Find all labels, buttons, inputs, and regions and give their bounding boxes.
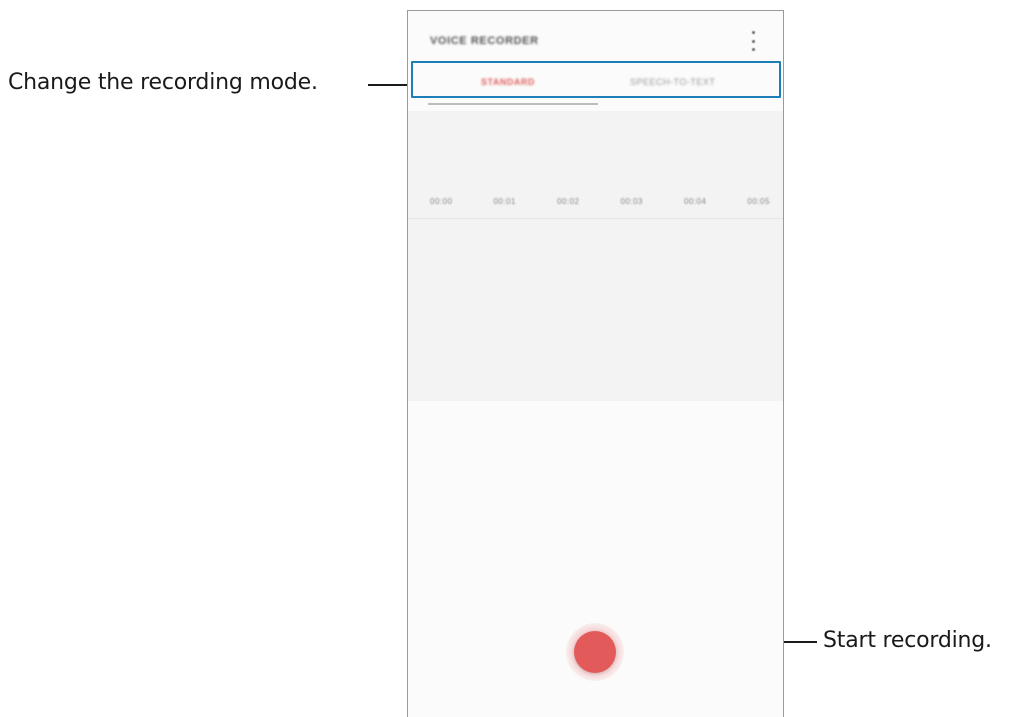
timeline: 00:00 00:01 00:02 00:03 00:04 00:05 <box>430 197 770 206</box>
tab-selected-indicator <box>428 103 598 105</box>
tab-bar-highlight <box>411 61 781 98</box>
more-vert-icon[interactable] <box>749 31 757 51</box>
app-title: VOICE RECORDER <box>430 35 539 47</box>
callout-start-recording: Start recording. <box>823 628 992 653</box>
callout-line-recording-mode <box>368 84 409 86</box>
timeline-label: 00:04 <box>683 197 707 206</box>
timeline-label: 00:02 <box>556 197 580 206</box>
timeline-label: 00:00 <box>430 197 453 206</box>
timeline-baseline <box>408 218 783 219</box>
callout-recording-mode: Change the recording mode. <box>8 70 318 95</box>
phone-screen: VOICE RECORDER STANDARD SPEECH-TO-TEXT 0… <box>407 10 784 717</box>
timeline-label: 00:03 <box>620 197 643 206</box>
waveform-area <box>408 111 783 401</box>
timeline-label: 00:05 <box>747 197 770 206</box>
timeline-label: 00:01 <box>493 197 517 206</box>
record-button[interactable] <box>574 631 616 673</box>
